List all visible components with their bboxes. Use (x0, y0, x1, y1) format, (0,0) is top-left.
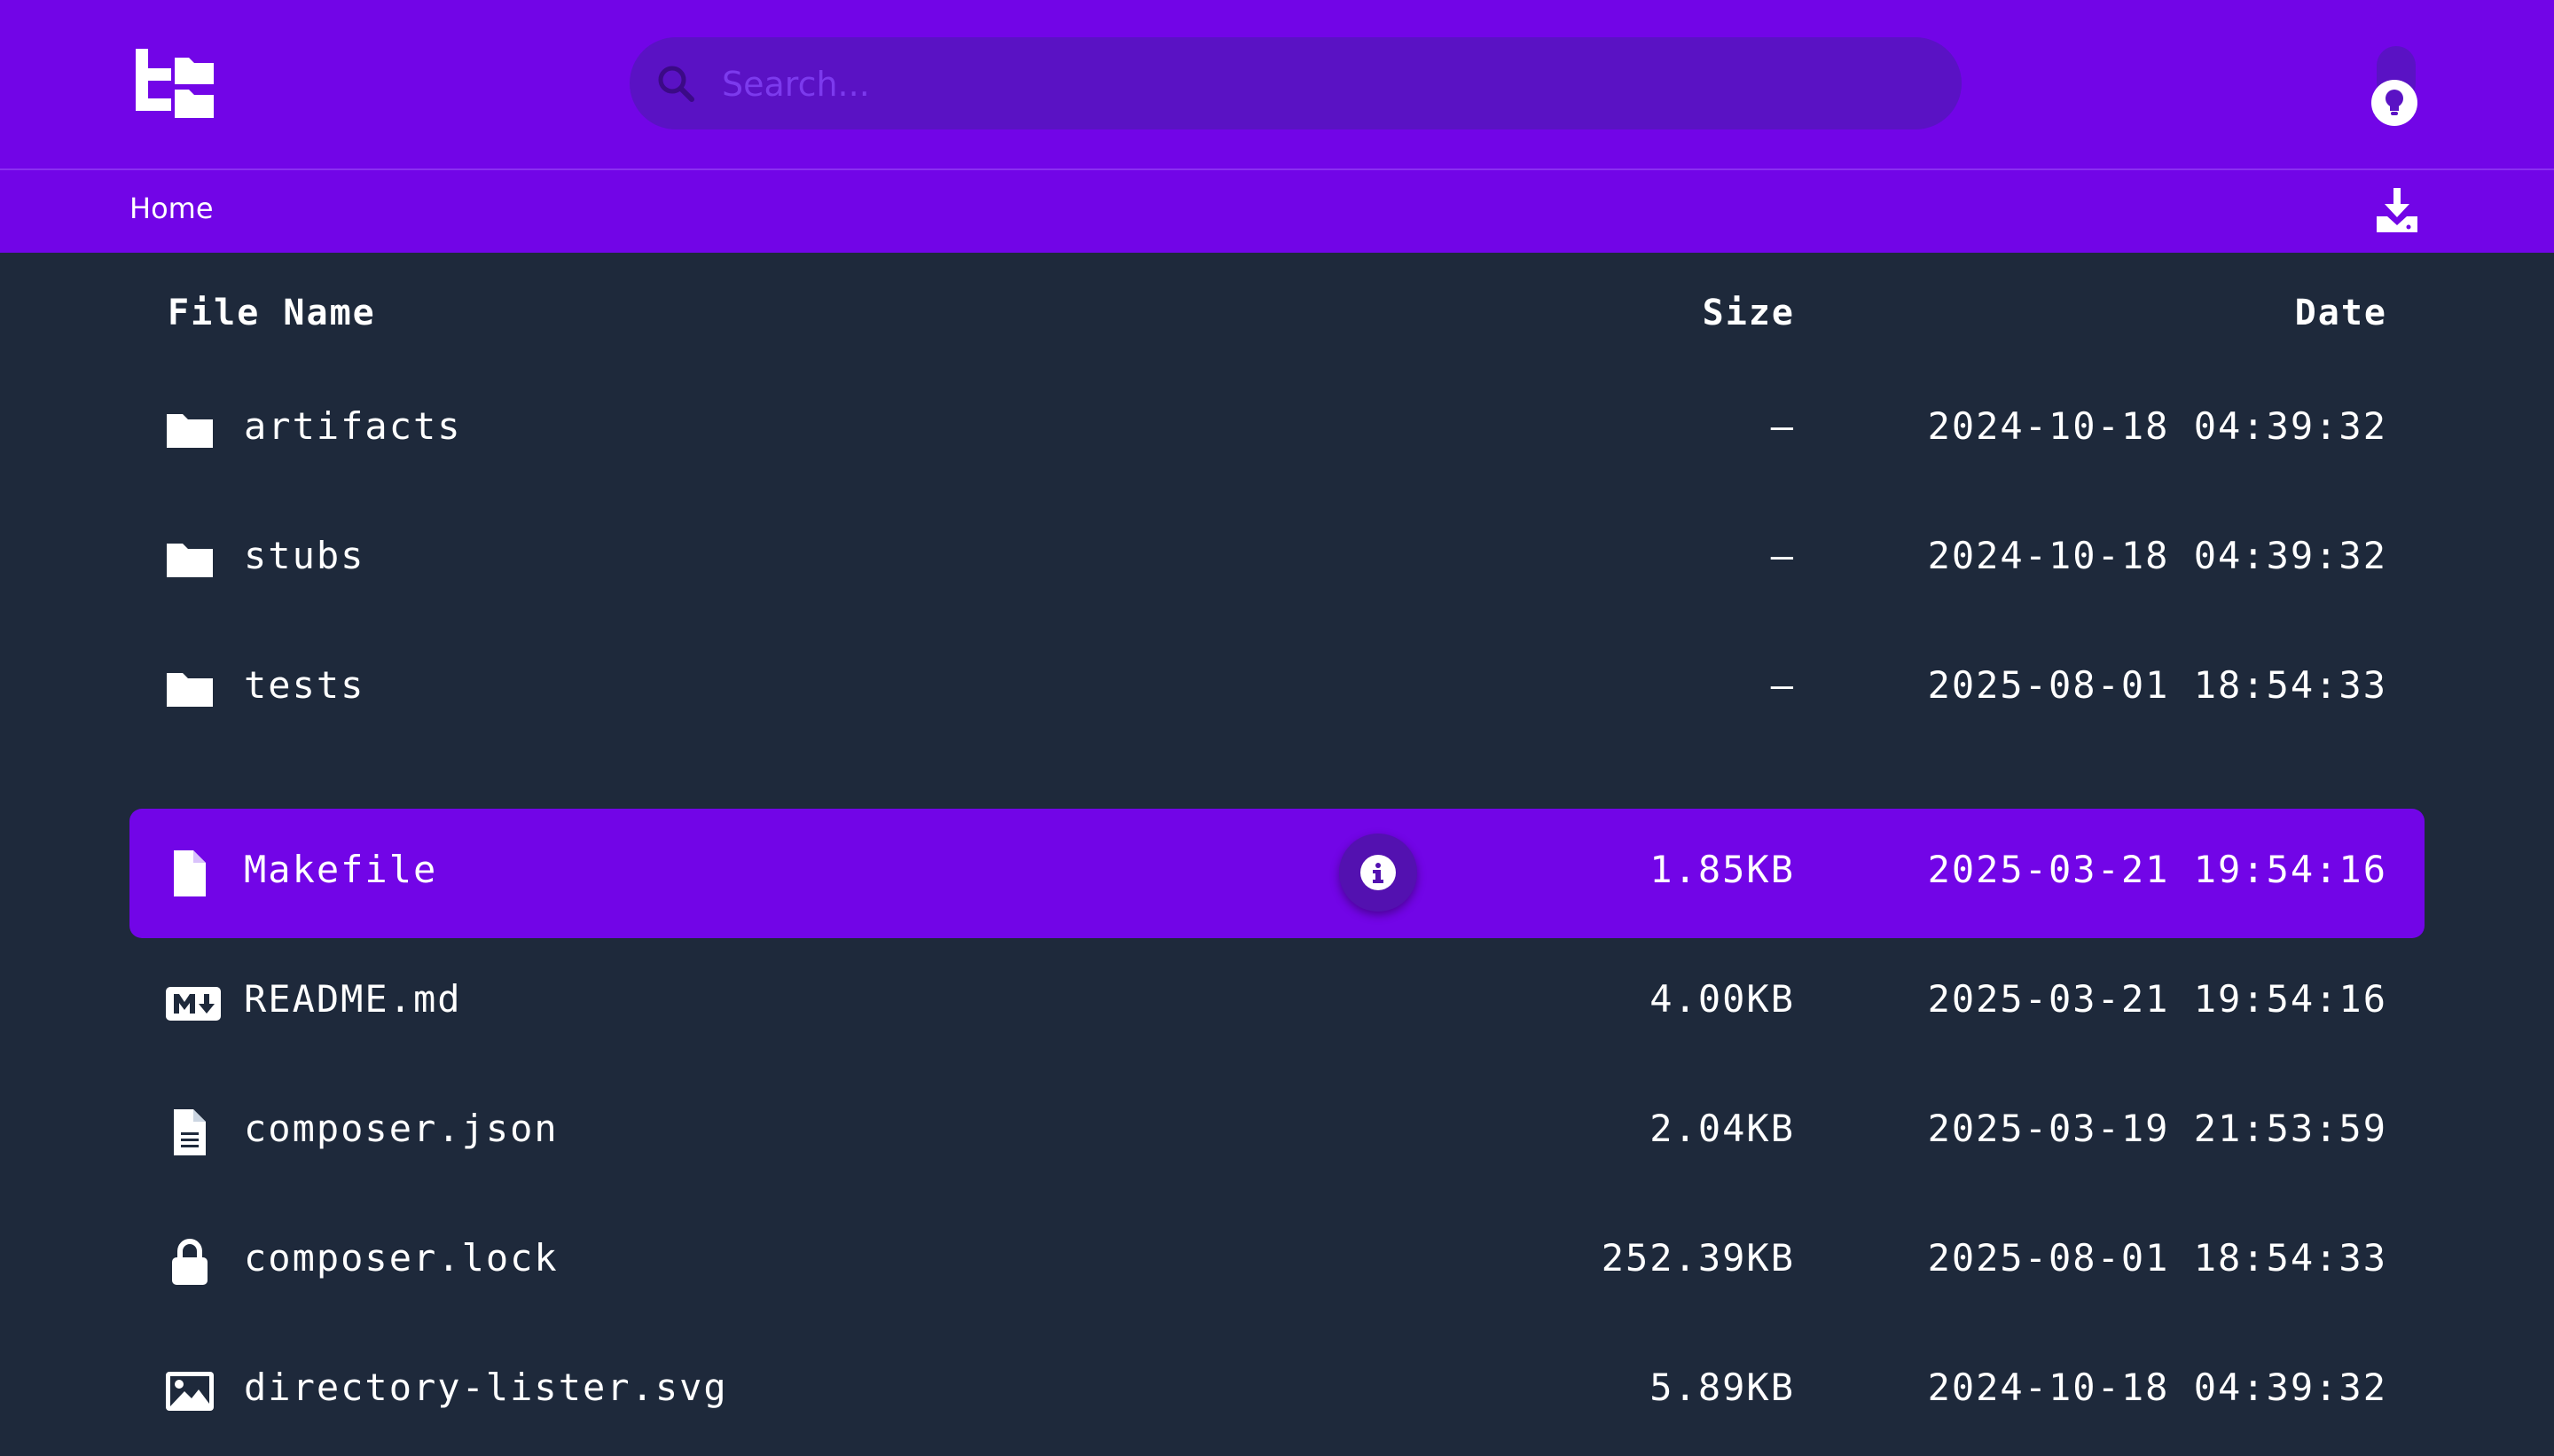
info-icon (1360, 855, 1396, 890)
table-row[interactable]: artifacts — 2024-10-18 04:39:32 (129, 365, 2425, 495)
breadcrumb: Home (0, 170, 2554, 253)
column-header-date[interactable]: Date (2295, 293, 2387, 333)
folder-icon (167, 414, 213, 448)
file-name: README.md (244, 977, 462, 1021)
file-date: 2024-10-18 04:39:32 (1927, 1366, 2387, 1409)
file-name: artifacts (244, 404, 462, 448)
table-row[interactable]: stubs — 2024-10-18 04:39:32 (129, 495, 2425, 624)
folder-icon (167, 673, 213, 707)
file-name: tests (244, 663, 365, 707)
download-icon (2377, 188, 2417, 232)
theme-toggle[interactable] (2368, 43, 2421, 131)
file-size: — (1770, 404, 1795, 448)
image-icon (166, 1372, 214, 1411)
file-date: 2025-03-19 21:53:59 (1927, 1107, 2387, 1150)
search-icon (658, 66, 694, 102)
table-row[interactable]: README.md 4.00KB 2025-03-21 19:54:16 (129, 938, 2425, 1068)
folder-icon (167, 544, 213, 577)
file-size: 2.04KB (1649, 1107, 1795, 1150)
breadcrumb-home[interactable]: Home (129, 192, 214, 225)
file-size: — (1770, 534, 1795, 577)
file-size: 1.85KB (1649, 848, 1795, 891)
file-size: 252.39KB (1601, 1236, 1795, 1280)
file-size: — (1770, 663, 1795, 707)
file-date: 2024-10-18 04:39:32 (1927, 404, 2387, 448)
file-name: directory-lister.svg (244, 1366, 728, 1409)
column-header-size[interactable]: Size (1703, 293, 1795, 333)
lock-icon (172, 1239, 208, 1285)
file-date: 2025-03-21 19:54:16 (1927, 848, 2387, 891)
directory-lister-logo[interactable] (136, 49, 215, 120)
column-header-name[interactable]: File Name (168, 293, 376, 333)
file-size: 4.00KB (1649, 977, 1795, 1021)
search-input[interactable] (720, 37, 1930, 131)
table-row[interactable]: composer.lock 252.39KB 2025-08-01 18:54:… (129, 1197, 2425, 1327)
search-box[interactable] (630, 37, 1962, 131)
file-name: composer.json (244, 1107, 559, 1150)
file-date: 2025-08-01 18:54:33 (1927, 663, 2387, 707)
table-row[interactable]: directory-lister.svg 5.89KB 2024-10-18 0… (129, 1327, 2425, 1456)
file-size: 5.89KB (1649, 1366, 1795, 1409)
table-row-selected[interactable]: Makefile 1.85KB 2025-03-21 19:54:16 (129, 809, 2425, 938)
file-date: 2025-03-21 19:54:16 (1927, 977, 2387, 1021)
markdown-icon (166, 987, 221, 1021)
file-info-button[interactable] (1339, 834, 1417, 912)
file-name: composer.lock (244, 1236, 559, 1280)
table-row[interactable]: tests — 2025-08-01 18:54:33 (129, 624, 2425, 754)
table-row[interactable]: composer.json 2.04KB 2025-03-19 21:53:59 (129, 1068, 2425, 1197)
theme-toggle-knob (2371, 80, 2417, 126)
top-bar (0, 0, 2554, 168)
file-text-icon (174, 1109, 206, 1155)
file-name: Makefile (244, 848, 438, 891)
lightbulb-icon (2386, 90, 2403, 115)
file-icon (174, 850, 206, 896)
download-button[interactable] (2375, 188, 2419, 234)
file-name: stubs (244, 534, 365, 577)
file-date: 2025-08-01 18:54:33 (1927, 1236, 2387, 1280)
file-date: 2024-10-18 04:39:32 (1927, 534, 2387, 577)
